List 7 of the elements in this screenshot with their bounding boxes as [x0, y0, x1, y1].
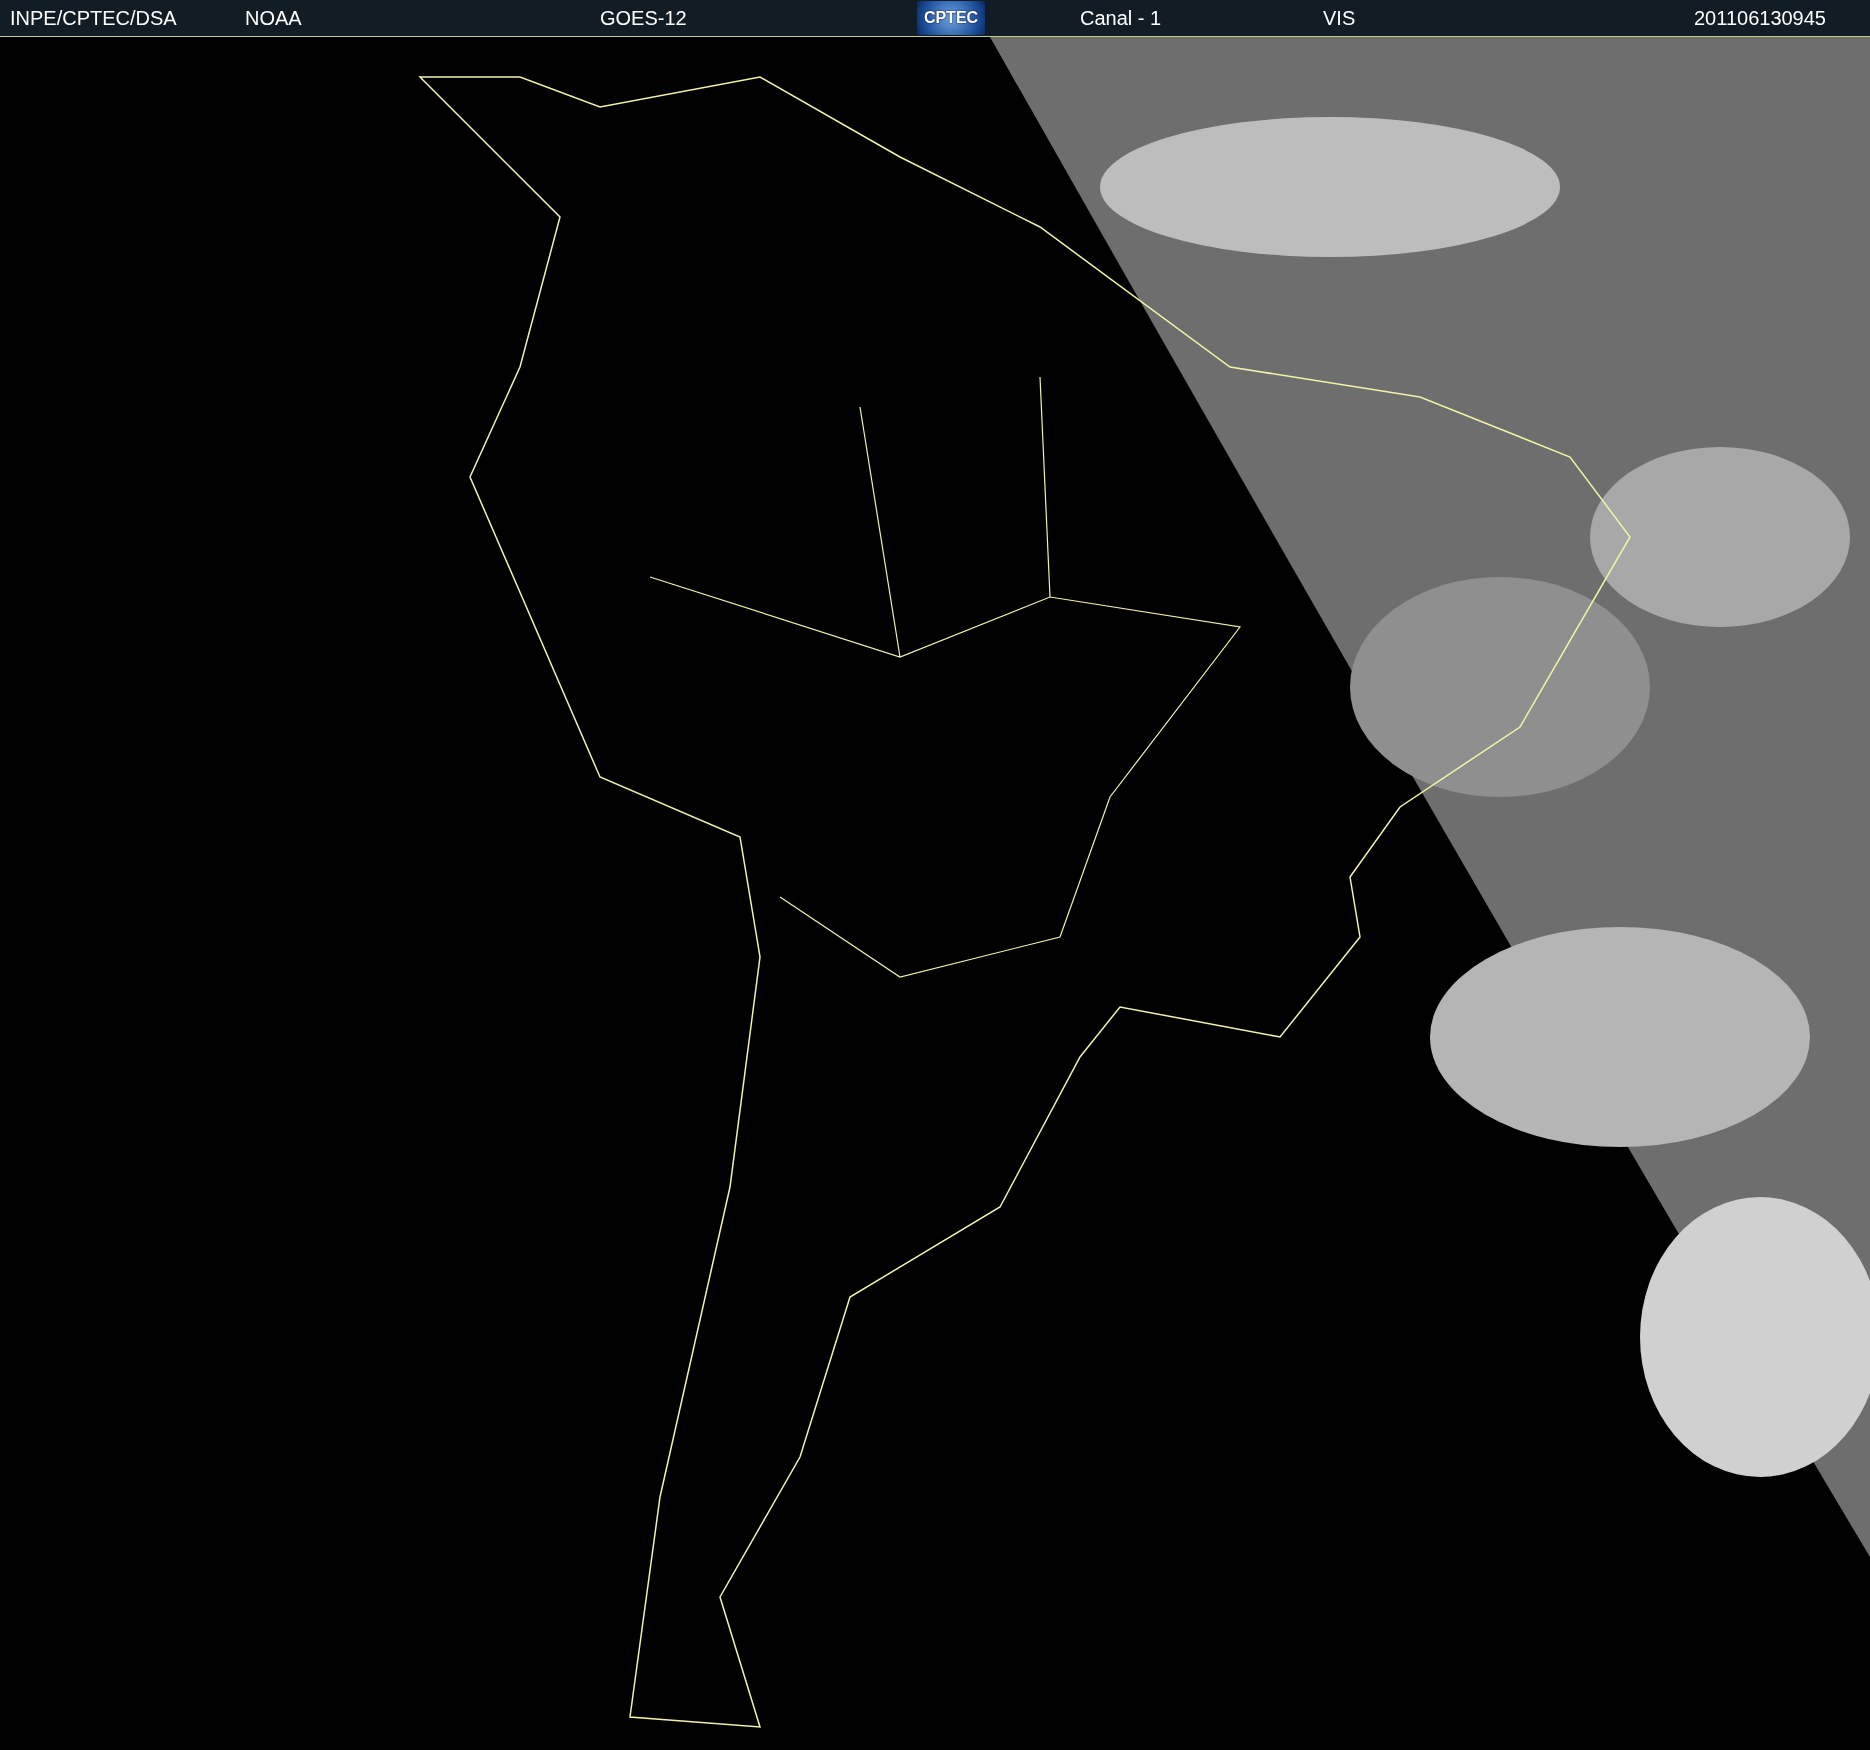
satellite-label: GOES-12 [600, 6, 688, 30]
source-label: INPE/CPTEC/DSA [10, 6, 178, 30]
agency-label: NOAA [245, 6, 303, 30]
channel-label: Canal - 1 [1080, 6, 1163, 30]
timestamp-label: 201106130945 [1694, 6, 1826, 30]
logo: CPTEC [917, 1, 985, 35]
band-label: VIS [1323, 6, 1357, 30]
